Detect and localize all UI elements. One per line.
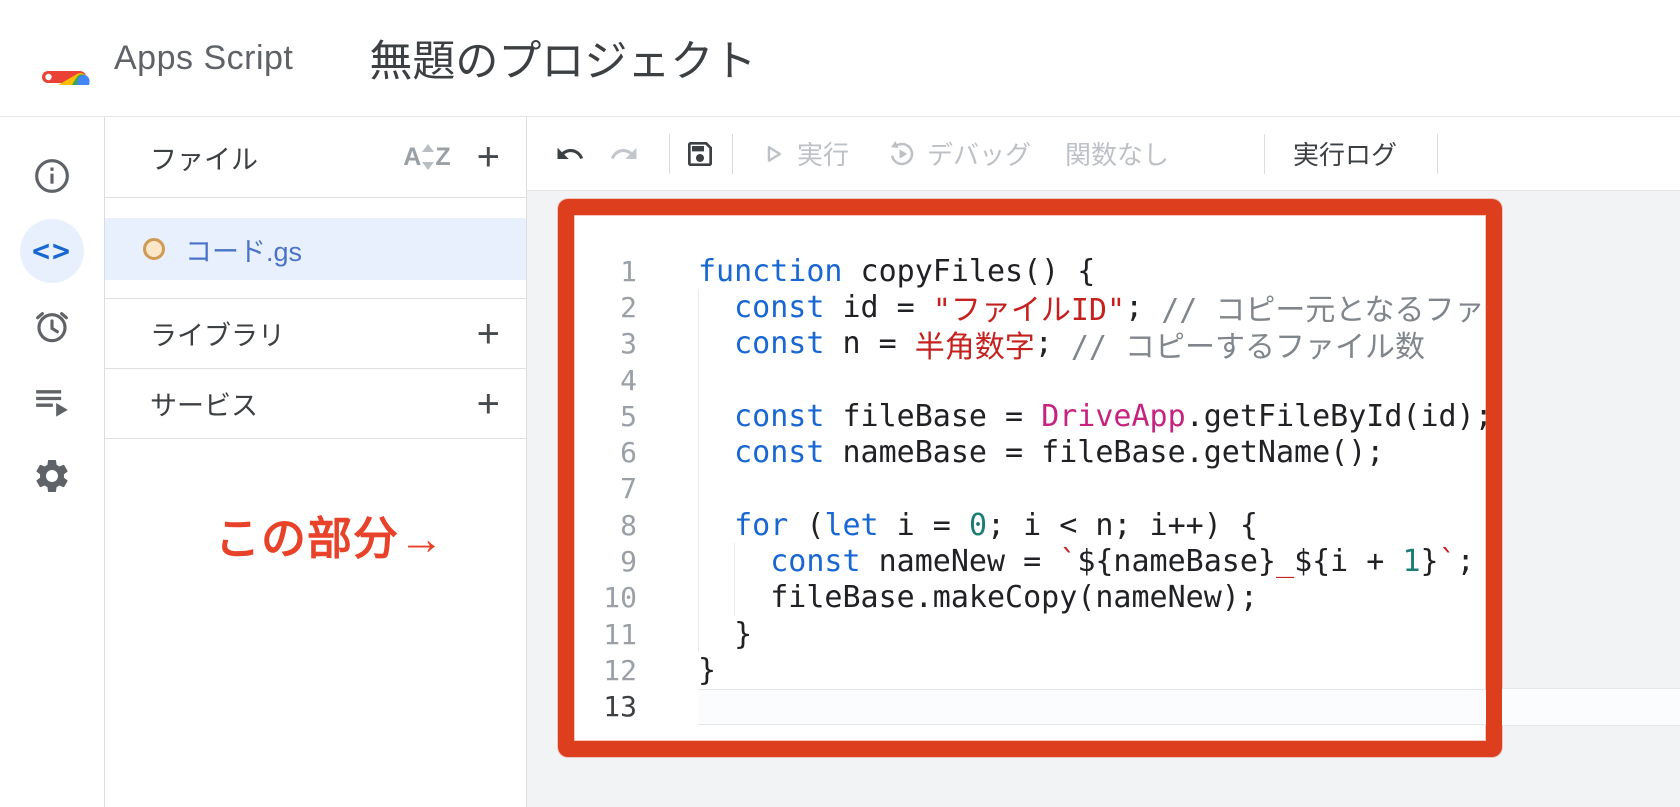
- debug-label: デバッグ: [927, 135, 1031, 172]
- toolbar-divider: [669, 134, 670, 174]
- execution-log-label: 実行ログ: [1293, 135, 1397, 172]
- code-line[interactable]: 12}: [574, 652, 1486, 688]
- unsaved-indicator-icon: [143, 238, 165, 260]
- code-line[interactable]: 3 const n = 半角数字; // コピーするファイル数: [574, 326, 1486, 362]
- file-name: コード.gs: [185, 230, 302, 269]
- code-line[interactable]: 13: [574, 689, 1486, 725]
- add-file-button[interactable]: +: [477, 137, 500, 177]
- undo-icon: [555, 139, 585, 169]
- code-line[interactable]: 6 const nameBase = fileBase.getName();: [574, 434, 1486, 470]
- line-number: 12: [574, 654, 637, 687]
- main-layout: <> ファイル A Z: [0, 117, 1680, 807]
- line-number: 3: [574, 327, 637, 360]
- toolbar-divider: [1437, 134, 1438, 174]
- executions-nav-button[interactable]: [20, 369, 84, 433]
- code-icon: <>: [32, 234, 72, 269]
- services-section: サービス +: [105, 369, 526, 439]
- code-line[interactable]: 4: [574, 362, 1486, 398]
- editor-pane: 実行 デバッグ 関数なし 実行ログ 1function copyFile: [527, 117, 1680, 807]
- redo-button[interactable]: [609, 139, 639, 169]
- indent-guide: [734, 580, 735, 616]
- app-header: Apps Script 無題のプロジェクト: [0, 0, 1680, 117]
- settings-gear-icon: [32, 456, 72, 496]
- debug-icon: [887, 139, 917, 169]
- editor-surface: 1function copyFiles() {2 const id = "ファイ…: [527, 190, 1680, 807]
- annotated-code-frame: 1function copyFiles() {2 const id = "ファイ…: [558, 199, 1502, 757]
- toolbar-divider: [1264, 134, 1265, 174]
- line-number: 2: [574, 291, 637, 324]
- run-button[interactable]: 実行: [759, 135, 849, 172]
- apps-script-logo-icon: [38, 31, 98, 85]
- editor-nav-button[interactable]: <>: [20, 219, 84, 283]
- add-library-button[interactable]: +: [477, 314, 500, 354]
- line-number: 11: [574, 618, 637, 651]
- line-number: 9: [574, 545, 637, 578]
- file-list: コード.gs: [105, 198, 526, 299]
- save-button[interactable]: [684, 138, 716, 170]
- file-panel: ファイル A Z + コード.gs ライブラリ + サービス + この部分→: [105, 117, 527, 807]
- line-number: 13: [574, 690, 637, 723]
- function-select[interactable]: 関数なし: [1065, 135, 1169, 172]
- undo-button[interactable]: [555, 139, 585, 169]
- indent-guide: [698, 507, 699, 543]
- code-line[interactable]: 2 const id = "ファイルID"; // コピー元となるファイルのID: [574, 289, 1486, 325]
- sort-letter-a: A: [403, 143, 421, 172]
- triggers-clock-icon: [32, 306, 72, 346]
- indent-guide: [698, 434, 699, 470]
- settings-nav-button[interactable]: [20, 444, 84, 508]
- debug-button[interactable]: デバッグ: [887, 135, 1031, 172]
- sort-letter-z: Z: [435, 143, 450, 172]
- code-line[interactable]: 9 const nameNew = `${nameBase}_${i + 1}`…: [574, 543, 1486, 579]
- annotation-text: この部分→: [215, 502, 445, 567]
- code-line[interactable]: 7: [574, 471, 1486, 507]
- indent-guide: [698, 289, 699, 325]
- executions-icon: [32, 381, 72, 421]
- indent-guide: [698, 580, 699, 616]
- run-play-icon: [759, 140, 787, 168]
- triggers-nav-button[interactable]: [20, 294, 84, 358]
- left-nav-rail: <>: [0, 117, 105, 807]
- app-name: Apps Script: [114, 39, 293, 78]
- indent-guide: [698, 326, 699, 362]
- code-line[interactable]: 11 }: [574, 616, 1486, 652]
- save-icon: [684, 138, 716, 170]
- run-label: 実行: [797, 135, 849, 172]
- editor-toolbar: 実行 デバッグ 関数なし 実行ログ: [527, 117, 1680, 190]
- execution-log-button[interactable]: 実行ログ: [1293, 135, 1397, 172]
- line-number: 6: [574, 436, 637, 469]
- indent-guide: [698, 543, 699, 579]
- sort-arrows: [422, 144, 434, 170]
- libraries-section: ライブラリ +: [105, 299, 526, 369]
- file-row-selected[interactable]: コード.gs: [105, 218, 526, 280]
- services-label: サービス: [150, 384, 258, 423]
- line-number: 7: [574, 472, 637, 505]
- code-line[interactable]: 1function copyFiles() {: [574, 253, 1486, 289]
- indent-guide: [698, 362, 699, 398]
- code-line[interactable]: 10 fileBase.makeCopy(nameNew);: [574, 580, 1486, 616]
- info-icon: [32, 156, 72, 196]
- overview-nav-button[interactable]: [20, 144, 84, 208]
- function-select-label: 関数なし: [1065, 135, 1169, 172]
- add-service-button[interactable]: +: [477, 384, 500, 424]
- code-line[interactable]: 5 const fileBase = DriveApp.getFileById(…: [574, 398, 1486, 434]
- line-number: 4: [574, 364, 637, 397]
- sort-az-icon[interactable]: A Z: [403, 143, 450, 172]
- line-number: 8: [574, 509, 637, 542]
- files-label: ファイル: [150, 138, 403, 177]
- files-header-row: ファイル A Z +: [105, 117, 526, 198]
- project-title[interactable]: 無題のプロジェクト: [369, 27, 756, 89]
- code-editor[interactable]: 1function copyFiles() {2 const id = "ファイ…: [574, 215, 1486, 741]
- indent-guide: [698, 471, 699, 507]
- line-number: 5: [574, 400, 637, 433]
- redo-icon: [609, 139, 639, 169]
- code-line[interactable]: 8 for (let i = 0; i < n; i++) {: [574, 507, 1486, 543]
- line-number: 10: [574, 581, 637, 614]
- libraries-label: ライブラリ: [150, 314, 285, 353]
- toolbar-divider: [732, 134, 733, 174]
- line-number: 1: [574, 255, 637, 288]
- indent-guide: [734, 543, 735, 579]
- indent-guide: [698, 398, 699, 434]
- current-line-highlight-extension: [1502, 688, 1680, 726]
- indent-guide: [698, 616, 699, 652]
